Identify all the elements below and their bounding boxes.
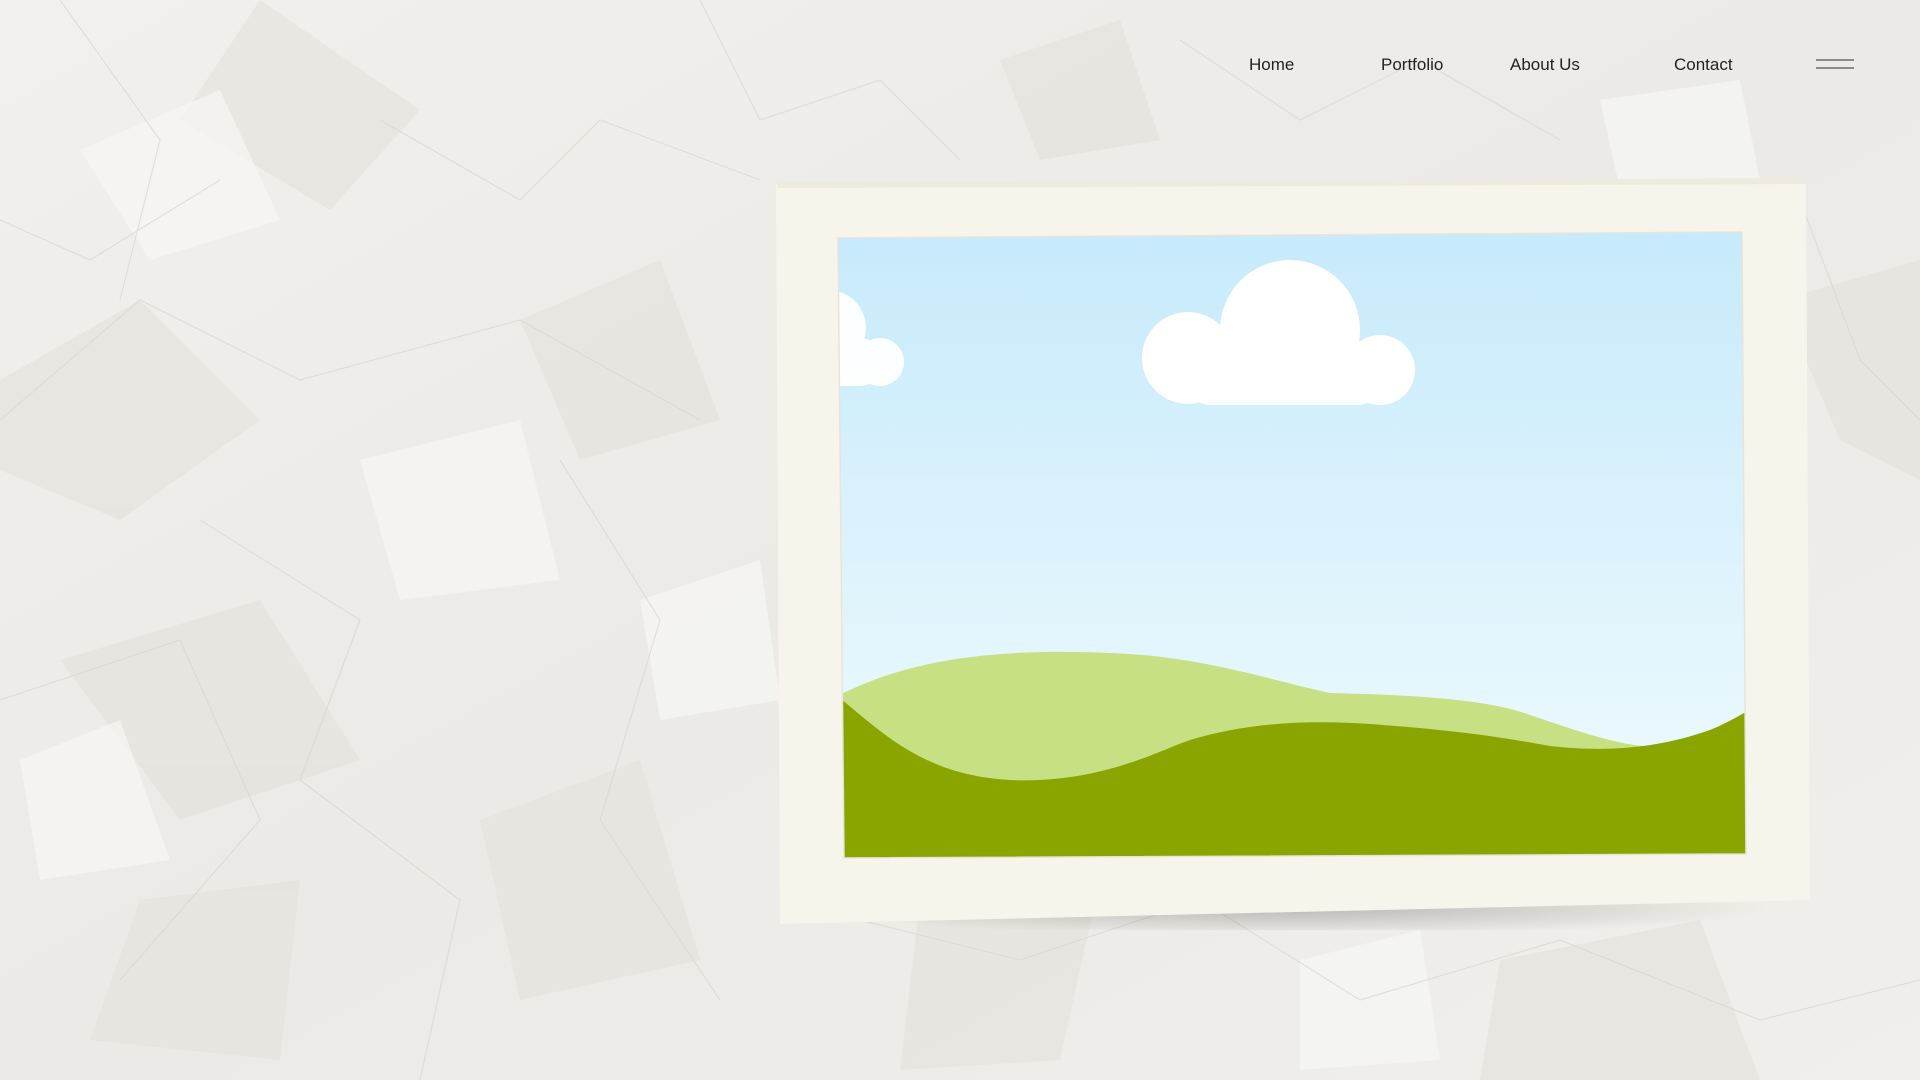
menu-bar-top	[1816, 59, 1854, 61]
photo-frame	[770, 170, 1820, 930]
nav-home-link[interactable]: Home	[1249, 54, 1294, 76]
landscape-placeholder-image	[776, 178, 1810, 930]
nav-contact-link[interactable]: Contact	[1674, 54, 1733, 76]
menu-bar-bottom	[1816, 67, 1854, 69]
nav-about-us-link[interactable]: About Us	[1510, 54, 1580, 76]
hamburger-menu-icon[interactable]	[1812, 52, 1858, 74]
top-navigation: Home Portfolio About Us Contact	[0, 0, 1920, 132]
nav-portfolio-link[interactable]: Portfolio	[1381, 54, 1443, 76]
